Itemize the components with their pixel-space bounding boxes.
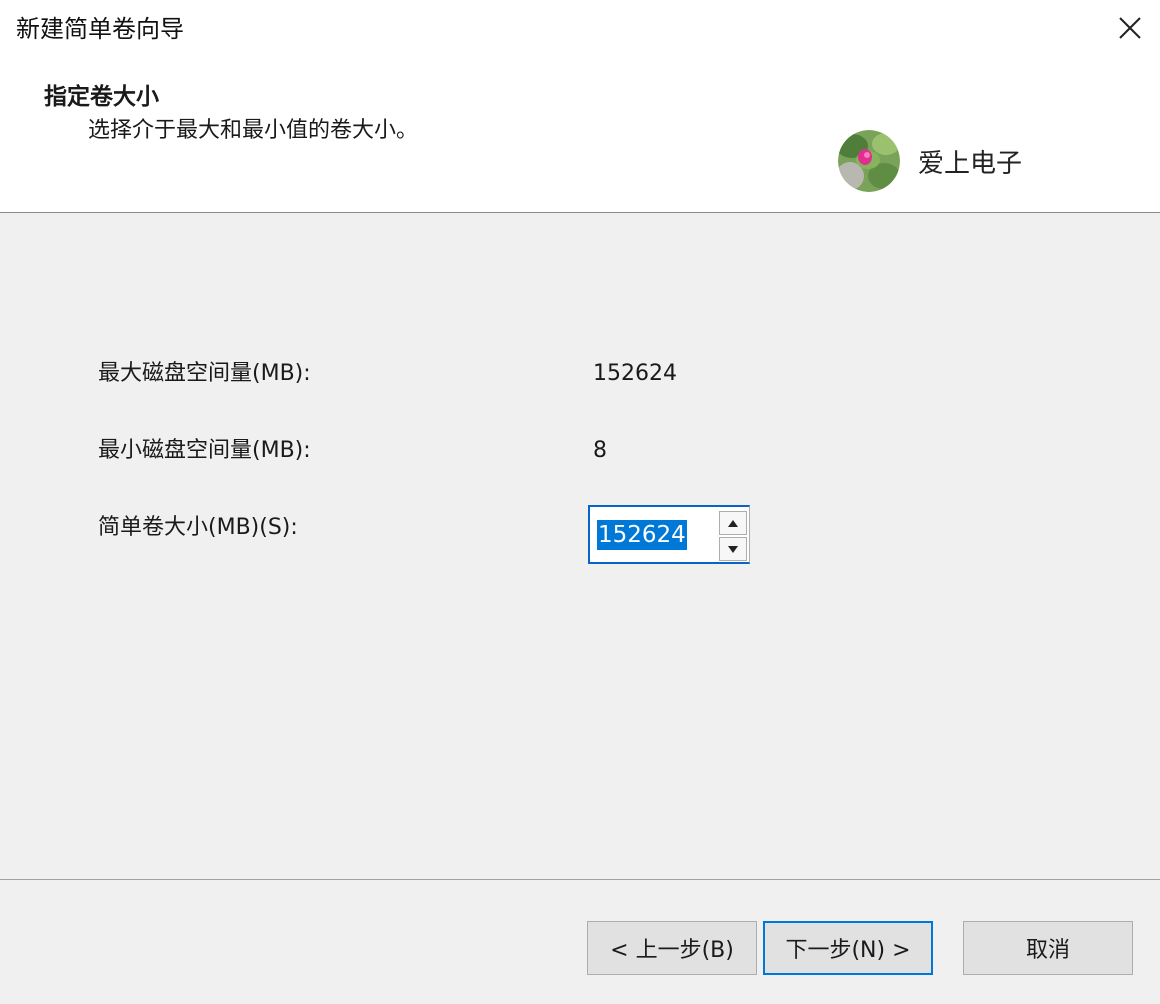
watermark: 爱上电子 xyxy=(838,130,1022,192)
close-icon xyxy=(1119,17,1141,39)
max-space-value: 152624 xyxy=(593,361,677,386)
min-space-value: 8 xyxy=(593,438,607,463)
page-description: 选择介于最大和最小值的卷大小。 xyxy=(88,118,419,143)
watermark-text: 爱上电子 xyxy=(918,148,1023,179)
wizard-window: 新建简单卷向导 指定卷大小 选择介于最大和最小值的卷大小。 爱上电子 最大磁盘空… xyxy=(0,0,1160,1004)
cancel-button[interactable]: 取消 xyxy=(963,921,1133,975)
arrow-down-icon xyxy=(728,545,738,553)
window-title: 新建简单卷向导 xyxy=(16,15,184,43)
min-space-label: 最小磁盘空间量(MB): xyxy=(98,438,311,463)
page-title: 指定卷大小 xyxy=(44,84,159,110)
arrow-up-icon xyxy=(728,519,738,527)
back-button[interactable]: < 上一步(B) xyxy=(587,921,757,975)
flower-avatar-icon xyxy=(838,130,900,192)
volume-size-label: 简单卷大小(MB)(S): xyxy=(98,515,298,540)
max-space-label: 最大磁盘空间量(MB): xyxy=(98,361,311,386)
increment-button[interactable] xyxy=(719,511,747,535)
volume-size-value: 152624 xyxy=(597,519,687,550)
volume-size-stepper[interactable]: 152624 xyxy=(588,505,750,564)
stepper-buttons xyxy=(717,508,749,563)
header-panel: 新建简单卷向导 指定卷大小 选择介于最大和最小值的卷大小。 爱上电子 xyxy=(0,0,1160,213)
footer-separator xyxy=(0,879,1160,880)
volume-size-input[interactable]: 152624 xyxy=(590,507,717,562)
close-button[interactable] xyxy=(1100,0,1160,56)
next-button[interactable]: 下一步(N) > xyxy=(763,921,933,975)
decrement-button[interactable] xyxy=(719,537,747,561)
